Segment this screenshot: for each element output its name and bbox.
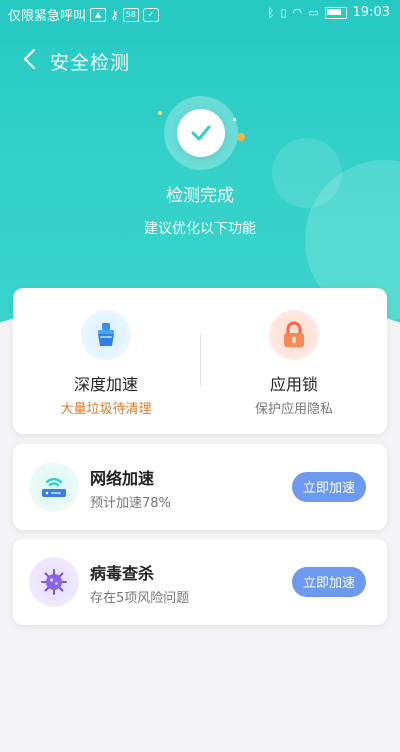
feature-card: 深度加速 大量垃圾待清理 应用锁 保护应用隐私 bbox=[13, 288, 387, 434]
row-title: 网络加速 bbox=[90, 469, 155, 488]
back-button[interactable] bbox=[14, 42, 44, 76]
clock-time: 19:03 bbox=[352, 5, 390, 20]
vibrate-icon: ▯ bbox=[280, 6, 287, 19]
list-item-network-boost: 网络加速 预计加速78% 立即加速 bbox=[13, 444, 387, 530]
list-item-virus-scan: 病毒查杀 存在5项风险问题 立即加速 bbox=[13, 539, 387, 625]
lock-icon bbox=[269, 310, 319, 360]
row-subtitle: 预计加速78% bbox=[90, 496, 171, 511]
row-title: 病毒查杀 bbox=[90, 564, 155, 583]
result-title: 检测完成 bbox=[166, 186, 234, 206]
boost-now-button[interactable]: 立即加速 bbox=[292, 472, 366, 502]
feature-deep-boost[interactable]: 深度加速 大量垃圾待清理 bbox=[13, 288, 199, 434]
check-badge bbox=[177, 109, 225, 157]
checkmark-icon bbox=[191, 125, 211, 141]
wifi-icon: ◠ bbox=[292, 6, 303, 19]
carrier-text: 仅限紧急呼叫 bbox=[8, 9, 87, 24]
bluetooth-icon: ᛒ bbox=[267, 5, 275, 20]
key-icon: ⚷ bbox=[110, 7, 119, 22]
decor-dot bbox=[158, 111, 162, 115]
status-bar: 仅限紧急呼叫 ▲ ⚷ 58 ✓ ᛒ ▯ ◠ ▭ 19:03 bbox=[0, 0, 400, 28]
shield-notification-icon: ✓ bbox=[142, 7, 159, 22]
feature-label: 应用锁 bbox=[269, 375, 318, 394]
row-subtitle: 存在5项风险问题 bbox=[90, 591, 190, 606]
feature-sub: 大量垃圾待清理 bbox=[60, 402, 152, 417]
sim-icon: ▭ bbox=[308, 6, 319, 19]
navigation-bar: 安全检测 bbox=[0, 40, 400, 80]
page-title: 安全检测 bbox=[50, 52, 131, 74]
broom-cleaner-icon bbox=[81, 310, 131, 360]
battery-icon bbox=[324, 6, 347, 19]
virus-icon bbox=[29, 557, 79, 607]
feature-label: 深度加速 bbox=[73, 375, 138, 394]
feature-sub: 保护应用隐私 bbox=[254, 402, 333, 417]
feature-app-lock[interactable]: 应用锁 保护应用隐私 bbox=[201, 288, 387, 434]
wifi-router-icon bbox=[29, 462, 79, 512]
result-subtitle: 建议优化以下功能 bbox=[144, 221, 256, 237]
boost-now-button[interactable]: 立即加速 bbox=[292, 567, 366, 597]
decor-dot bbox=[233, 118, 236, 121]
notification-icon: ▲ bbox=[90, 7, 107, 22]
app-notification-icon: 58 bbox=[122, 7, 139, 22]
decor-dot bbox=[237, 133, 245, 141]
back-arrow-icon bbox=[23, 48, 36, 70]
